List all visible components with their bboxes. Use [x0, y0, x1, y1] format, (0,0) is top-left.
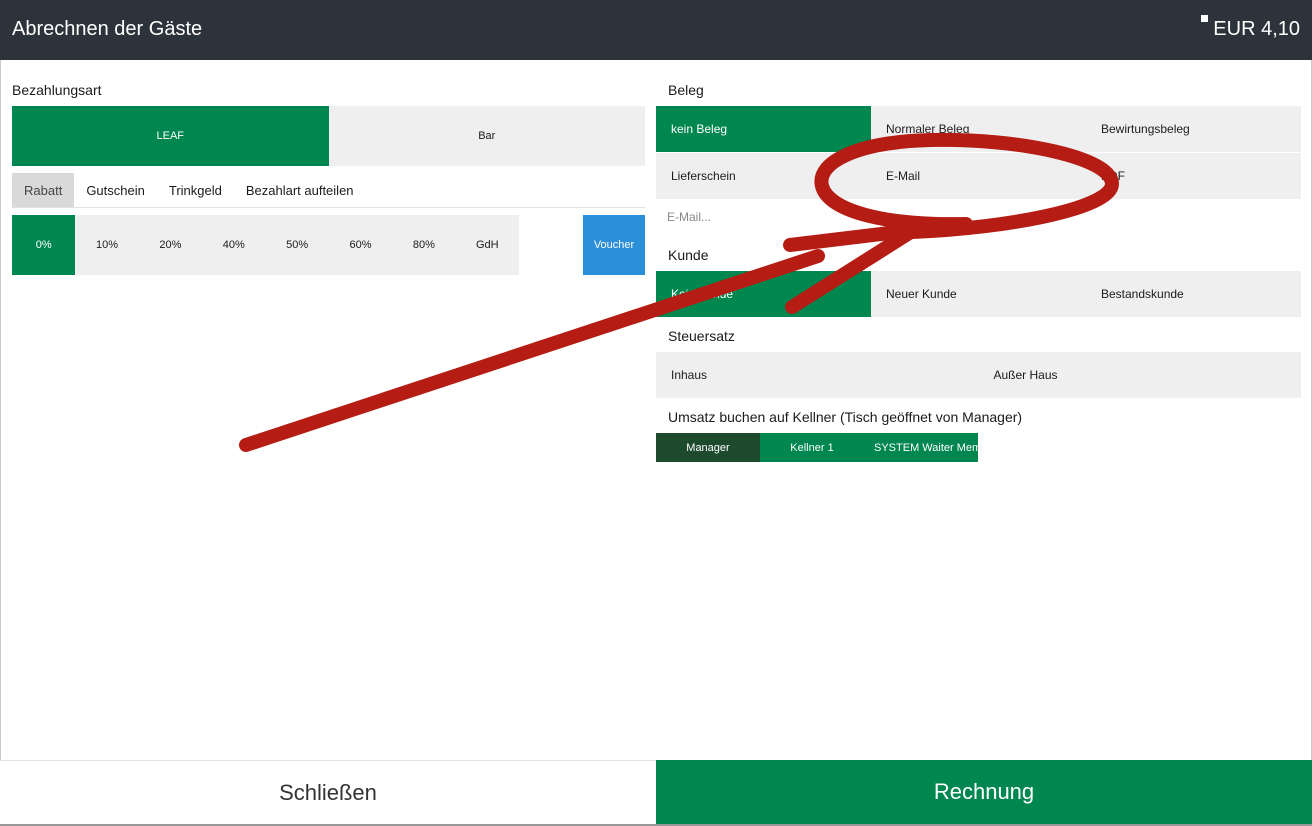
payment-method-label: Bezahlungsart [12, 82, 102, 98]
customer-group: Kein Kunde Neuer Kunde Bestandskunde [656, 271, 1301, 317]
customer-existing-button[interactable]: Bestandskunde [1086, 271, 1301, 317]
customer-label: Kunde [668, 247, 709, 263]
receipt-hospitality-button[interactable]: Bewirtungsbeleg [1086, 106, 1301, 152]
status-indicator [1201, 15, 1208, 22]
close-button[interactable]: Schließen [0, 760, 656, 824]
receipt-none-button[interactable]: kein Beleg [656, 106, 871, 152]
receipt-pdf-button[interactable]: PDF [1086, 153, 1301, 199]
receipt-delivery-note-button[interactable]: Lieferschein [656, 153, 871, 199]
discount-20-button[interactable]: 20% [138, 215, 203, 275]
customer-new-button[interactable]: Neuer Kunde [871, 271, 1086, 317]
discount-10-button[interactable]: 10% [75, 215, 139, 275]
receipt-type-row-1: kein Beleg Normaler Beleg Bewirtungsbele… [656, 106, 1301, 152]
receipt-email-button[interactable]: E-Mail [871, 153, 1086, 199]
tax-inhouse-button[interactable]: Inhaus [656, 352, 979, 398]
payment-options-tabs: Rabatt Gutschein Trinkgeld Bezahlart auf… [12, 173, 645, 208]
invoice-button[interactable]: Rechnung [656, 760, 1312, 824]
voucher-button[interactable]: Voucher [583, 215, 645, 275]
receipt-label: Beleg [668, 82, 704, 98]
tax-rate-group: Inhaus Außer Haus [656, 352, 1301, 398]
tax-rate-label: Steuersatz [668, 328, 735, 344]
payment-leaf-button[interactable]: LEAF [12, 106, 329, 166]
tab-bezahlart-aufteilen[interactable]: Bezahlart aufteilen [234, 173, 366, 207]
tab-rabatt[interactable]: Rabatt [12, 173, 75, 207]
tab-trinkgeld[interactable]: Trinkgeld [157, 173, 234, 207]
page-title: Abrechnen der Gäste [12, 18, 203, 40]
discount-0-button[interactable]: 0% [12, 215, 76, 275]
frame-border-left [0, 60, 1, 826]
email-input[interactable] [656, 205, 1086, 229]
title-bar: Abrechnen der Gäste EUR 4,10 [0, 0, 1312, 60]
payment-method-group: LEAF Bar [12, 106, 645, 166]
discount-40-button[interactable]: 40% [202, 215, 266, 275]
discount-group: 0% 10% 20% 40% 50% 60% 80% GdH [12, 215, 519, 275]
discount-50-button[interactable]: 50% [265, 215, 329, 275]
total-amount: EUR 4,10 [1213, 18, 1300, 40]
waiter-system-button[interactable]: SYSTEM Waiter Mem [864, 433, 978, 462]
payment-bar-button[interactable]: Bar [328, 106, 645, 166]
receipt-normal-button[interactable]: Normaler Beleg [871, 106, 1086, 152]
waiter-group: Manager Kellner 1 SYSTEM Waiter Mem [656, 433, 978, 462]
customer-none-button[interactable]: Kein Kunde [656, 271, 871, 317]
tax-takeaway-button[interactable]: Außer Haus [978, 352, 1301, 398]
waiter-manager-button[interactable]: Manager [656, 433, 760, 462]
receipt-type-row-2: Lieferschein E-Mail PDF [656, 153, 1301, 199]
tab-gutschein[interactable]: Gutschein [74, 173, 157, 207]
waiter-kellner1-button[interactable]: Kellner 1 [760, 433, 864, 462]
discount-60-button[interactable]: 60% [328, 215, 393, 275]
waiter-label: Umsatz buchen auf Kellner (Tisch geöffne… [668, 409, 1023, 425]
discount-gdh-button[interactable]: GdH [455, 215, 519, 275]
discount-80-button[interactable]: 80% [392, 215, 456, 275]
